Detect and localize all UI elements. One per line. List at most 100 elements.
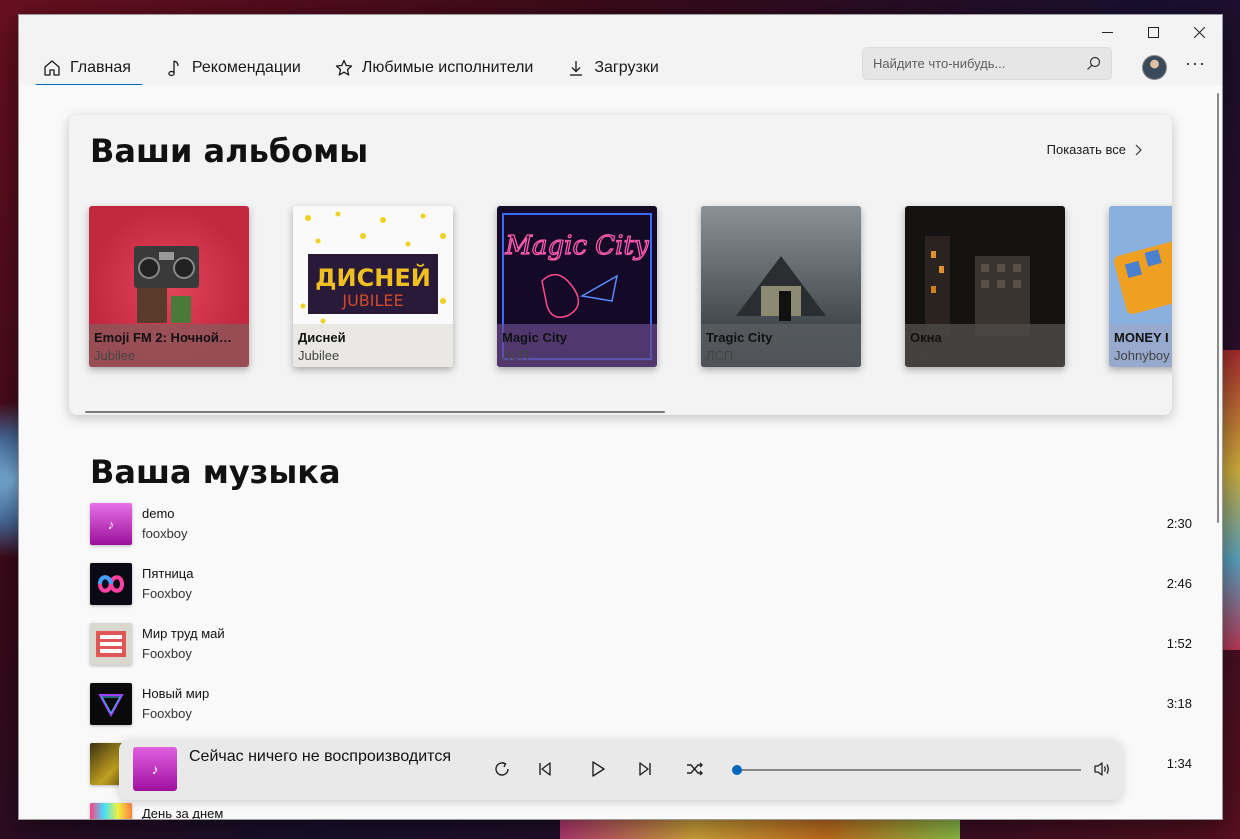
album-artist: ЛСП bbox=[706, 348, 734, 363]
player-bar: ♪ Сейчас ничего не воспроизводится bbox=[119, 740, 1122, 800]
track-artist: fooxboy bbox=[142, 526, 188, 541]
svg-text:Magic City: Magic City bbox=[504, 231, 649, 261]
track-duration: 1:52 bbox=[1166, 636, 1192, 651]
section-title: Ваша музыка bbox=[90, 453, 341, 491]
album-artist: Иван Рейс bbox=[910, 348, 974, 363]
track-row[interactable]: Пятница Fooxboy 2:46 bbox=[90, 563, 1200, 607]
track-row[interactable]: День за днем bbox=[90, 803, 1200, 820]
album-card[interactable]: Tragic City ЛСП bbox=[701, 206, 861, 367]
shuffle-icon bbox=[687, 762, 703, 776]
triangle-icon bbox=[98, 694, 124, 718]
svg-text:ДИСНЕЙ: ДИСНЕЙ bbox=[315, 263, 431, 292]
track-cover bbox=[90, 683, 132, 725]
title-bar bbox=[19, 15, 1222, 51]
volume-button[interactable] bbox=[1091, 758, 1113, 780]
album-title: Дисней bbox=[298, 330, 346, 345]
album-card[interactable]: Magic City Magic City ЛСП bbox=[497, 206, 657, 367]
album-artist: Jubilee bbox=[298, 348, 340, 363]
volume-icon bbox=[1094, 762, 1109, 776]
albums-section: Ваши альбомы Показать все Emoji FM 2: Но… bbox=[69, 115, 1172, 415]
main-content: Ваши альбомы Показать все Emoji FM 2: Но… bbox=[19, 85, 1222, 820]
album-artist: ЛСП bbox=[502, 348, 530, 363]
album-meta: Emoji FM 2: Ночной… Jubilee bbox=[89, 324, 249, 367]
app-window: Главная Рекомендации Любимые исполнители… bbox=[18, 14, 1223, 820]
home-icon bbox=[44, 60, 60, 76]
chevron-right-icon bbox=[1135, 144, 1142, 155]
nav-item-label: Главная bbox=[70, 59, 131, 76]
album-card[interactable]: Окна Иван Рейс bbox=[905, 206, 1065, 367]
album-title: Окна bbox=[910, 330, 942, 345]
minimize-button[interactable] bbox=[1084, 15, 1130, 49]
album-title: Emoji FM 2: Ночной… bbox=[94, 330, 232, 345]
nav-item-label: Любимые исполнители bbox=[361, 59, 534, 76]
music-note-icon bbox=[168, 60, 179, 77]
minimize-icon bbox=[1101, 31, 1113, 33]
track-name: Мир труд май bbox=[142, 626, 225, 641]
download-icon bbox=[570, 61, 583, 76]
previous-button[interactable] bbox=[534, 758, 556, 780]
track-row[interactable]: ♪ demo fooxboy 2:30 bbox=[90, 503, 1200, 547]
album-meta: Окна Иван Рейс bbox=[905, 324, 1065, 367]
track-row[interactable]: Новый мир Fooxboy 3:18 bbox=[90, 683, 1200, 727]
search-icon[interactable] bbox=[1086, 56, 1101, 71]
section-title: Ваши альбомы bbox=[90, 132, 369, 170]
track-name: demo bbox=[142, 506, 175, 521]
track-duration: 2:30 bbox=[1166, 516, 1192, 531]
next-icon bbox=[639, 762, 651, 776]
infinity-icon bbox=[97, 575, 125, 593]
music-note-icon: ♪ bbox=[151, 761, 159, 777]
track-cover bbox=[90, 563, 132, 605]
album-title: MONEY I bbox=[1114, 330, 1169, 345]
show-all-label: Показать все bbox=[1046, 142, 1126, 157]
track-name: Новый мир bbox=[142, 686, 210, 701]
track-cover bbox=[90, 803, 132, 819]
previous-icon bbox=[539, 762, 551, 776]
star-icon bbox=[335, 59, 353, 76]
albums-list: Emoji FM 2: Ночной… Jubilee ДИСНЕЙ JUBIL… bbox=[89, 206, 1172, 367]
top-navigation: Главная Рекомендации Любимые исполнители… bbox=[33, 51, 683, 88]
search-input[interactable] bbox=[873, 56, 1086, 71]
repeat-button[interactable] bbox=[491, 758, 513, 780]
album-meta: MONEY I Johnyboy bbox=[1109, 324, 1172, 367]
avatar[interactable] bbox=[1142, 55, 1167, 80]
nav-item-recommendations[interactable]: Рекомендации bbox=[155, 51, 311, 85]
now-playing-status: Сейчас ничего не воспроизводится bbox=[189, 748, 451, 765]
vertical-scrollbar[interactable] bbox=[1217, 93, 1219, 523]
track-artist: Fooxboy bbox=[142, 586, 192, 601]
repeat-icon bbox=[495, 761, 509, 776]
album-artist: Jubilee bbox=[94, 348, 136, 363]
nav-item-favorite-artists[interactable]: Любимые исполнители bbox=[325, 51, 544, 85]
album-artist: Johnyboy bbox=[1114, 348, 1170, 363]
track-cover bbox=[90, 623, 132, 665]
album-title: Tragic City bbox=[706, 330, 773, 345]
album-card[interactable]: ДИСНЕЙ JUBILEE Дисней Jubilee bbox=[293, 206, 453, 367]
progress-slider[interactable] bbox=[732, 765, 1081, 775]
more-options-icon[interactable]: ··· bbox=[1185, 53, 1206, 74]
progress-knob[interactable] bbox=[732, 765, 742, 775]
show-all-button[interactable]: Показать все bbox=[1047, 142, 1144, 157]
search-box bbox=[862, 47, 1112, 80]
track-artist: Fooxboy bbox=[142, 706, 192, 721]
track-duration: 3:18 bbox=[1166, 696, 1192, 711]
shuffle-button[interactable] bbox=[684, 758, 706, 780]
album-card[interactable]: Emoji FM 2: Ночной… Jubilee bbox=[89, 206, 249, 367]
album-meta: Дисней Jubilee bbox=[293, 324, 453, 367]
nav-item-label: Рекомендации bbox=[191, 59, 301, 76]
maximize-button[interactable] bbox=[1130, 15, 1176, 49]
track-name: Пятница bbox=[142, 566, 194, 581]
album-title: Magic City bbox=[502, 330, 568, 345]
cover-art bbox=[96, 631, 126, 657]
horizontal-scrollbar[interactable] bbox=[85, 411, 665, 413]
track-name: День за днем bbox=[142, 806, 224, 820]
track-duration: 1:34 bbox=[1166, 756, 1192, 771]
nav-item-home[interactable]: Главная bbox=[33, 51, 143, 88]
now-playing-cover: ♪ bbox=[133, 747, 177, 791]
svg-text:JUBILEE: JUBILEE bbox=[341, 291, 403, 310]
track-row[interactable]: Мир труд май Fooxboy 1:52 bbox=[90, 623, 1200, 667]
album-card[interactable]: MONEY I Johnyboy bbox=[1109, 206, 1172, 367]
play-button[interactable] bbox=[587, 758, 609, 780]
nav-item-downloads[interactable]: Загрузки bbox=[557, 51, 668, 85]
track-duration: 2:46 bbox=[1166, 576, 1192, 591]
next-button[interactable] bbox=[634, 758, 656, 780]
close-button[interactable] bbox=[1176, 15, 1222, 49]
